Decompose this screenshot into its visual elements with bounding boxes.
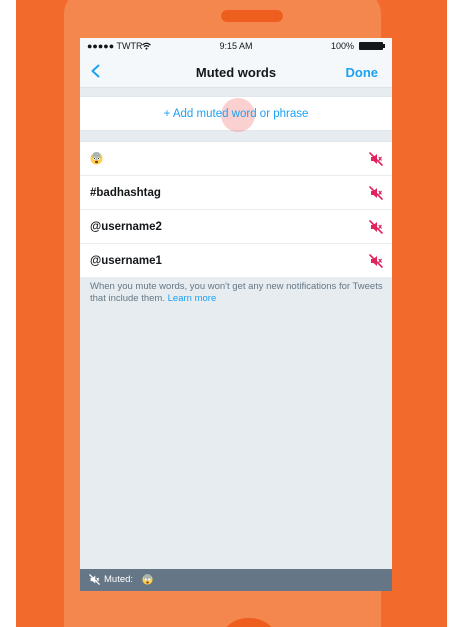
phone-screen: ●●●●● TWTR 9:15 AM 100% Muted words Done… xyxy=(80,38,392,591)
muted-word-text: @username1 xyxy=(90,255,162,267)
info-text: When you mute words, you won't get any n… xyxy=(90,281,383,304)
battery-percent: 100% xyxy=(330,41,354,51)
muted-word-row[interactable]: @username1 xyxy=(80,244,392,278)
done-button[interactable]: Done xyxy=(346,65,379,80)
toast-label: Muted: xyxy=(104,574,134,585)
muted-speaker-icon[interactable] xyxy=(369,186,383,200)
battery-icon xyxy=(359,42,385,50)
add-muted-word-label: + Add muted word or phrase xyxy=(163,108,309,120)
muted-word-row[interactable]: @username2 xyxy=(80,210,392,244)
learn-more-link[interactable]: Learn more xyxy=(168,293,217,304)
muted-speaker-icon xyxy=(89,574,100,585)
muted-words-list: #badhashtag @username2 @username1 xyxy=(80,141,392,278)
muted-speaker-icon[interactable] xyxy=(369,254,383,268)
muted-word-row[interactable] xyxy=(80,142,392,176)
muted-toast: Muted: xyxy=(80,569,392,591)
status-bar: ●●●●● TWTR 9:15 AM 100% xyxy=(80,38,392,54)
muted-words-info: When you mute words, you won't get any n… xyxy=(90,281,386,305)
muted-word-text: @username2 xyxy=(90,221,162,233)
astonished-emoji-icon xyxy=(90,152,103,165)
add-muted-word-button[interactable]: + Add muted word or phrase xyxy=(80,96,392,132)
muted-speaker-icon[interactable] xyxy=(369,220,383,234)
navigation-bar: Muted words Done xyxy=(80,54,392,88)
muted-speaker-icon[interactable] xyxy=(369,152,383,166)
astonished-emoji-icon xyxy=(142,574,153,585)
phone-speaker xyxy=(221,10,283,22)
muted-word-row[interactable]: #badhashtag xyxy=(80,176,392,210)
muted-word-text: #badhashtag xyxy=(90,187,161,199)
